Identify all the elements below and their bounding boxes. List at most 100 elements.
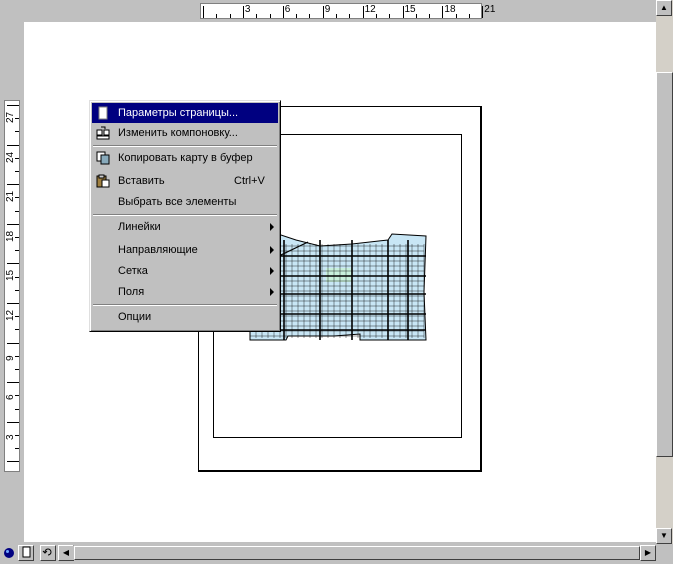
- layout-view-button[interactable]: [18, 545, 34, 561]
- submenu-arrow-icon: [270, 267, 274, 275]
- menu-separator: [93, 145, 277, 147]
- ruler-tick: [375, 14, 377, 18]
- page-icon: [22, 546, 31, 558]
- ruler-label: 3: [5, 434, 16, 440]
- menu-item-label: Копировать карту в буфер: [118, 152, 253, 164]
- menu-item-label: Вставить: [118, 175, 165, 187]
- menu-item-page-setup[interactable]: Параметры страницы...: [92, 103, 278, 123]
- ruler-tick: [7, 263, 19, 265]
- ruler-tick: [7, 223, 19, 225]
- menu-item-label: Изменить компоновку...: [118, 127, 238, 139]
- ruler-tick: [256, 14, 258, 18]
- submenu-arrow-icon: [270, 246, 274, 254]
- page-setup-icon: [98, 106, 108, 120]
- menu-item-paste[interactable]: Вставить Ctrl+V: [92, 171, 278, 191]
- ruler-label: 12: [5, 309, 16, 321]
- ruler-tick: [7, 461, 19, 463]
- ruler-tick: [15, 210, 19, 212]
- ruler-tick: [15, 171, 19, 172]
- globe-icon: [4, 548, 14, 558]
- ruler-label: 9: [324, 4, 331, 15]
- ruler-label: 18: [444, 4, 456, 15]
- ruler-label: 24: [5, 151, 16, 163]
- menu-item-change-layout[interactable]: Изменить компоновку...: [92, 123, 278, 143]
- menu-item-label: Выбрать все элементы: [118, 196, 237, 208]
- menu-item-shortcut: Ctrl+V: [234, 175, 265, 187]
- menu-item-label: Поля: [118, 286, 145, 298]
- scroll-right-button[interactable]: ▶: [640, 545, 656, 561]
- context-menu: Параметры страницы... Изменить компоновк…: [89, 100, 281, 332]
- menu-item-guides[interactable]: Направляющие: [92, 240, 278, 260]
- scroll-up-button[interactable]: ▲: [656, 0, 672, 16]
- ruler-label: 9: [5, 355, 16, 361]
- ruler-tick: [362, 6, 364, 18]
- ruler-label: 3: [244, 4, 251, 15]
- ruler-tick: [15, 289, 19, 291]
- ruler-tick: [15, 408, 19, 410]
- ruler-tick: [15, 250, 19, 252]
- menu-item-margins[interactable]: Поля: [92, 282, 278, 302]
- ruler-tick: [242, 6, 244, 18]
- ruler-label: 15: [5, 270, 16, 282]
- ruler-label: 21: [5, 191, 16, 203]
- ruler-tick: [349, 14, 351, 18]
- ruler-tick: [7, 184, 19, 186]
- ruler-tick: [389, 14, 391, 18]
- ruler-tick: [322, 6, 324, 18]
- ruler-tick: [15, 369, 19, 370]
- menu-separator: [93, 304, 277, 306]
- vertical-scroll-thumb[interactable]: [656, 72, 673, 457]
- horizontal-scroll-thumb[interactable]: [74, 546, 640, 560]
- refresh-button[interactable]: [40, 545, 56, 561]
- menu-item-copy-map[interactable]: Копировать карту в буфер: [92, 148, 278, 168]
- layout-icon: [96, 126, 110, 140]
- ruler-tick: [229, 14, 231, 18]
- vertical-scrollbar[interactable]: ▲ ▼: [656, 0, 673, 544]
- ruler-tick: [15, 448, 19, 450]
- ruler-label: 27: [5, 111, 16, 123]
- ruler-tick: [269, 14, 271, 18]
- data-view-button[interactable]: [1, 545, 17, 561]
- menu-item-grid[interactable]: Сетка: [92, 261, 278, 281]
- ruler-tick: [7, 382, 19, 384]
- ruler-tick: [336, 14, 337, 18]
- menu-item-select-all[interactable]: Выбрать все элементы: [92, 192, 278, 212]
- vertical-ruler[interactable]: 27 24 21 18 15 12 9 6 3: [4, 100, 20, 472]
- ruler-tick: [7, 144, 19, 146]
- menu-item-options[interactable]: Опции: [92, 307, 278, 327]
- ruler-tick: [429, 14, 431, 18]
- menu-item-label: Направляющие: [118, 244, 198, 256]
- paste-icon: [96, 174, 110, 188]
- ruler-tick: [7, 105, 19, 106]
- ruler-tick: [309, 14, 311, 18]
- ruler-tick: [402, 6, 404, 18]
- ruler-tick: [15, 131, 19, 133]
- ruler-label: 6: [284, 4, 291, 15]
- refresh-icon: [42, 548, 52, 556]
- submenu-arrow-icon: [270, 288, 274, 296]
- menu-item-label: Сетка: [118, 265, 148, 277]
- ruler-label: 15: [404, 4, 416, 15]
- menu-item-label: Линейки: [118, 221, 161, 233]
- ruler-tick: [203, 6, 204, 18]
- copy-icon: [96, 151, 110, 165]
- horizontal-ruler[interactable]: 3 6 9 12 15 18 21: [200, 3, 495, 19]
- ruler-tick: [7, 303, 19, 304]
- ruler-label: 12: [364, 4, 376, 15]
- menu-item-label: Параметры страницы...: [118, 107, 239, 119]
- ruler-label: 18: [5, 230, 16, 242]
- ruler-tick: [216, 14, 218, 18]
- ruler-tick: [7, 421, 19, 423]
- ruler-tick: [482, 6, 484, 18]
- ruler-tick: [7, 342, 19, 344]
- scroll-down-button[interactable]: ▼: [656, 528, 672, 544]
- ruler-tick: [442, 6, 444, 18]
- ruler-label: 21: [484, 4, 496, 15]
- submenu-arrow-icon: [270, 223, 274, 231]
- ruler-tick: [15, 329, 19, 331]
- ruler-label: 6: [5, 394, 16, 401]
- ruler-tick: [469, 14, 470, 18]
- ruler-tick: [282, 6, 284, 18]
- menu-item-rulers[interactable]: Линейки: [92, 217, 278, 237]
- parcel-highlight: [326, 268, 352, 282]
